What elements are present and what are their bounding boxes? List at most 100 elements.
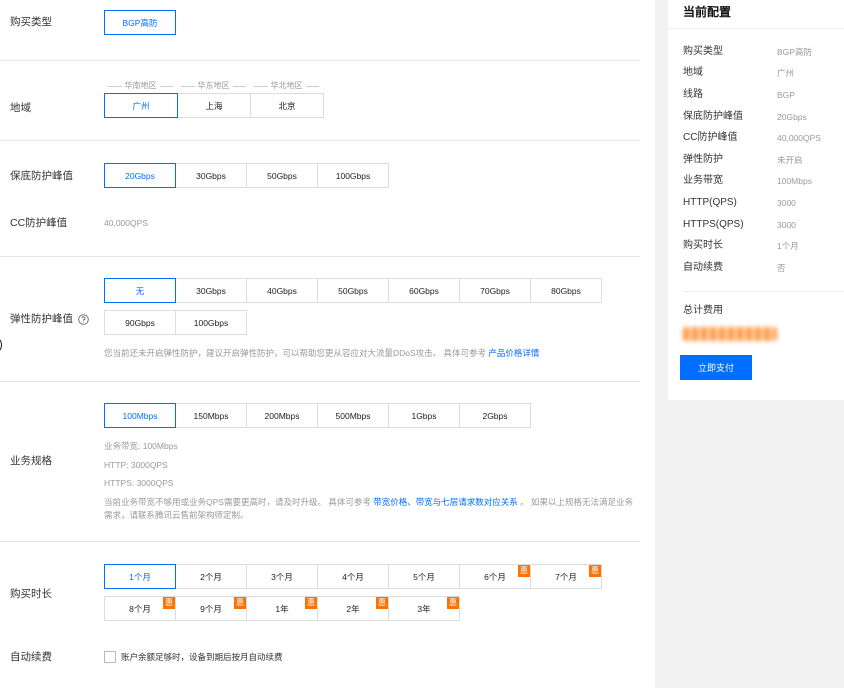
duration-option-text: 7个月 xyxy=(555,571,577,582)
duration-option-text: 1个月 xyxy=(129,571,151,582)
business-spec-option[interactable]: 100Mbps xyxy=(104,403,176,428)
summary-row-label: 保底防护峰值 xyxy=(683,111,743,122)
business-spec-option[interactable]: 2Gbps xyxy=(459,403,531,428)
duration-option[interactable]: 2个月 xyxy=(175,564,247,589)
elastic-protection-option[interactable]: 30Gbps xyxy=(175,278,247,303)
section-divider xyxy=(0,256,640,257)
summary-row-value: 未开启 xyxy=(777,155,803,165)
elastic-protection-option[interactable]: 100Gbps xyxy=(175,310,247,335)
summary-row-label: 购买时长 xyxy=(683,240,723,251)
elastic-protection-option[interactable]: 40Gbps xyxy=(246,278,318,303)
business-spec-options: 100Mbps 150Mbps 200Mbps 500Mbps 1Gbps 2G… xyxy=(104,403,531,428)
region-option-guangzhou[interactable]: 广州 xyxy=(104,93,178,118)
duration-options-row-2: 8个月 惠 9个月 惠 1年 惠 2年 惠 3年 惠 xyxy=(104,596,460,621)
elastic-protection-option[interactable]: 70Gbps xyxy=(459,278,531,303)
summary-row-value: 广州 xyxy=(777,68,795,78)
business-spec-option[interactable]: 150Mbps xyxy=(175,403,247,428)
summary-row-label: 自动续费 xyxy=(683,262,723,273)
discount-badge: 惠 xyxy=(518,565,530,577)
elastic-protection-option[interactable]: 80Gbps xyxy=(530,278,602,303)
base-protection-option[interactable]: 100Gbps xyxy=(317,163,389,188)
business-spec-option[interactable]: 1Gbps xyxy=(388,403,460,428)
pricing-details-link[interactable]: 产品价格详情 xyxy=(488,348,539,358)
discount-badge: 惠 xyxy=(376,597,388,609)
duration-option-text: 4个月 xyxy=(342,571,364,582)
section-divider xyxy=(0,140,640,141)
business-spec-option[interactable]: 200Mbps xyxy=(246,403,318,428)
pay-now-button[interactable]: 立即支付 xyxy=(680,355,752,380)
duration-option-text: 2个月 xyxy=(200,571,222,582)
elastic-protection-options-row-2: 90Gbps 100Gbps xyxy=(104,310,247,335)
auto-renew-checkbox-label[interactable]: 账户余额足够时，设备到期后按月自动续费 xyxy=(121,651,283,663)
business-spec-option[interactable]: 500Mbps xyxy=(317,403,389,428)
summary-row-label: 线路 xyxy=(683,89,703,100)
business-spec-note: 当前业务带宽不够用或业务QPS需要更高时，请及时升级。 具体可参考 带宽价格、带… xyxy=(104,496,636,522)
section-divider xyxy=(0,381,640,382)
discount-badge: 惠 xyxy=(163,597,175,609)
base-protection-option[interactable]: 30Gbps xyxy=(175,163,247,188)
summary-row-label: 弹性防护 xyxy=(683,154,723,165)
elastic-protection-note: 您当前还未开启弹性防护，建议开启弹性防护，可以帮助您更从容应对大流量DDoS攻击… xyxy=(104,347,539,360)
bandwidth-price-link[interactable]: 带宽价格 xyxy=(373,497,407,507)
duration-option[interactable]: 3个月 xyxy=(246,564,318,589)
duration-option[interactable]: 2年 惠 xyxy=(317,596,389,621)
base-protection-options: 20Gbps 30Gbps 50Gbps 100Gbps xyxy=(104,163,389,188)
elastic-protection-options-row-1: 无 30Gbps 40Gbps 50Gbps 60Gbps 70Gbps 80G… xyxy=(104,278,602,303)
duration-option[interactable]: 6个月 惠 xyxy=(459,564,531,589)
duration-option[interactable]: 3年 惠 xyxy=(388,596,460,621)
elastic-protection-option[interactable]: 60Gbps xyxy=(388,278,460,303)
bandwidth-qps-relation-link[interactable]: 带宽与七层请求数对应关系 xyxy=(416,497,518,507)
duration-options-row-1: 1个月 2个月 3个月 4个月 5个月 6个月 惠 7个月 惠 xyxy=(104,564,602,589)
question-circle-icon[interactable] xyxy=(78,313,89,325)
summary-row-value: 1个月 xyxy=(777,241,799,251)
base-protection-option[interactable]: 50Gbps xyxy=(246,163,318,188)
discount-badge: 惠 xyxy=(234,597,246,609)
elastic-protection-option[interactable]: 50Gbps xyxy=(317,278,389,303)
elastic-protection-option-none[interactable]: 无 xyxy=(104,278,176,303)
duration-option[interactable]: 8个月 惠 xyxy=(104,596,176,621)
summary-divider xyxy=(683,291,844,292)
discount-badge: 惠 xyxy=(447,597,459,609)
summary-row-label: HTTPS(QPS) xyxy=(683,219,744,230)
duration-option[interactable]: 4个月 xyxy=(317,564,389,589)
summary-row-label: 购买类型 xyxy=(683,46,723,57)
cc-protection-label: CC防护峰值 xyxy=(10,217,68,229)
spec-detail-http: HTTP: 3000QPS xyxy=(104,460,168,470)
business-spec-label: 业务规格 xyxy=(10,455,52,467)
duration-option[interactable]: 5个月 xyxy=(388,564,460,589)
auto-renew-checkbox[interactable] xyxy=(104,651,116,663)
region-group-north: 华北地区 xyxy=(250,81,323,91)
total-cost-blurred xyxy=(683,327,777,341)
option-bgp-anti-ddos[interactable]: BGP高防 xyxy=(104,10,176,35)
summary-row-value: BGP xyxy=(777,90,795,100)
section-divider xyxy=(0,541,640,542)
summary-row-value: 40,000QPS xyxy=(777,133,821,143)
duration-option[interactable]: 1个月 xyxy=(104,564,176,589)
region-group-east: 华东地区 xyxy=(177,81,250,91)
region-option-shanghai[interactable]: 上海 xyxy=(177,93,251,118)
summary-row-value: 100Mbps xyxy=(777,176,812,186)
region-group-south: 华南地区 xyxy=(104,81,177,91)
duration-label: 购买时长 xyxy=(10,588,52,600)
summary-row-label: HTTP(QPS) xyxy=(683,197,737,208)
duration-option-text: 8个月 xyxy=(129,603,151,614)
summary-title-divider xyxy=(668,28,844,29)
elastic-protection-option[interactable]: 90Gbps xyxy=(104,310,176,335)
duration-option-text: 1年 xyxy=(275,603,289,614)
region-label: 地域 xyxy=(10,102,31,114)
spec-detail-https: HTTPS: 3000QPS xyxy=(104,478,174,488)
base-protection-option[interactable]: 20Gbps xyxy=(104,163,176,188)
summary-row-value: 20Gbps xyxy=(777,112,807,122)
edge-partial-shape xyxy=(0,338,2,352)
total-cost-label: 总计费用 xyxy=(683,305,723,316)
duration-option[interactable]: 1年 惠 xyxy=(246,596,318,621)
summary-row-value: 3000 xyxy=(777,198,796,208)
region-option-beijing[interactable]: 北京 xyxy=(250,93,324,118)
duration-option[interactable]: 7个月 惠 xyxy=(530,564,602,589)
base-protection-label: 保底防护峰值 xyxy=(10,170,73,182)
auto-renew-label: 自动续费 xyxy=(10,651,52,663)
purchase-type-label: 购买类型 xyxy=(10,16,52,28)
duration-option[interactable]: 9个月 惠 xyxy=(175,596,247,621)
elastic-protection-label: 弹性防护峰值 xyxy=(10,312,89,326)
purchase-page: 购买类型 BGP高防 华南地区 华东地区 华北地区 地域 广州 上海 北京 保底… xyxy=(0,0,844,688)
